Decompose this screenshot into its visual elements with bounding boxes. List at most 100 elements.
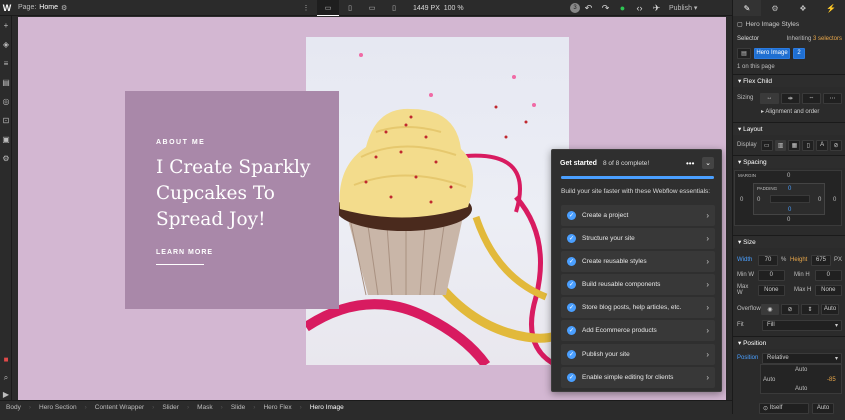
publish-button[interactable]: Publish ▾ (669, 4, 697, 12)
breadcrumb-item[interactable]: Slide (231, 404, 245, 411)
display-flex-icon[interactable]: ▥ (774, 139, 787, 151)
webflow-logo-icon[interactable]: W (0, 0, 14, 16)
style-manager-tab-icon[interactable]: ❖ (789, 0, 817, 16)
avatar[interactable]: 3 (570, 3, 580, 13)
cms-icon[interactable]: ◎ (0, 92, 12, 111)
spacing-section[interactable]: ▾ Spacing (733, 155, 845, 168)
flex-child-section[interactable]: ▾ Flex Child (733, 74, 845, 87)
display-inline-block-icon[interactable]: ▯ (802, 139, 815, 151)
hero-image[interactable] (306, 37, 569, 365)
no-shrink-icon[interactable]: ⇔ (801, 92, 821, 104)
display-block-icon[interactable]: ▭ (760, 139, 773, 151)
more-sizing-icon[interactable]: ⋯ (822, 92, 843, 104)
offset-bottom[interactable]: Auto (795, 386, 807, 392)
spacing-box[interactable]: MARGIN 0 0 0 0 PADDING 0 0 0 0 (734, 170, 842, 226)
fit-select[interactable]: Fill ▾ (762, 319, 842, 331)
about-card[interactable]: ABOUT ME I Create Sparkly Cupcakes To Sp… (125, 91, 339, 309)
float-select[interactable]: ⊙ Itself (759, 402, 809, 414)
offset-top[interactable]: Auto (795, 367, 807, 373)
breadcrumb-item[interactable]: Mask (197, 404, 213, 411)
height-input[interactable]: 675 (811, 254, 831, 266)
share-icon[interactable]: ✈ (648, 0, 665, 16)
width-input[interactable]: 70 (758, 254, 778, 266)
mobile-portrait-icon[interactable]: ▯ (383, 0, 405, 16)
learn-more-link[interactable]: LEARN MORE (156, 249, 213, 256)
size-section[interactable]: ▾ Size (733, 235, 845, 248)
layout-section[interactable]: ▾ Layout (733, 122, 845, 135)
position-select[interactable]: Relative ▾ (762, 352, 842, 364)
desktop-breakpoint-icon[interactable]: ▭ (317, 0, 339, 16)
code-export-icon[interactable]: ‹› (631, 0, 648, 16)
padding-box[interactable]: PADDING 0 0 0 0 (753, 183, 825, 215)
margin-left[interactable]: 0 (740, 197, 743, 203)
checklist-item[interactable]: ✓ Build reusable components › (561, 274, 715, 296)
pages-icon[interactable]: ▤ (0, 73, 12, 92)
min-width-input[interactable]: 0 (757, 269, 785, 281)
navigator-icon[interactable]: ≡ (0, 54, 12, 73)
checklist-item[interactable]: ✓ Create a project › (561, 205, 715, 226)
margin-bottom[interactable]: 0 (787, 217, 790, 223)
display-none-icon[interactable]: ⊘ (830, 139, 842, 151)
margin-top[interactable]: 0 (787, 173, 790, 179)
checklist-item[interactable]: ✓ Enable simple editing for clients › (561, 366, 715, 388)
undo-icon[interactable]: ↶ (580, 0, 597, 16)
redo-icon[interactable]: ↷ (597, 0, 614, 16)
class-tag[interactable]: Hero Image (754, 47, 790, 59)
breadcrumb-item[interactable]: Hero Image (310, 404, 344, 411)
overflow-hidden-icon[interactable]: ⊘ (781, 303, 799, 315)
overflow-visible-icon[interactable]: ◉ (761, 303, 779, 315)
selectors-count[interactable]: 3 selectors (813, 36, 842, 42)
record-icon[interactable]: ■ (0, 350, 12, 369)
page-settings-icon[interactable]: ⚙ (61, 4, 67, 12)
offset-left[interactable]: Auto (763, 377, 775, 383)
page-selector[interactable]: Page: Home ⚙ (18, 4, 67, 12)
interactions-tab-icon[interactable]: ⚡ (817, 0, 845, 16)
checklist-item[interactable]: ✓ Store blog posts, help articles, etc. › (561, 297, 715, 319)
shrink-icon[interactable]: ↔ (759, 92, 779, 104)
assets-icon[interactable]: ▣ (0, 130, 12, 149)
tablet-breakpoint-icon[interactable]: ▯ (339, 0, 361, 16)
hero-heading: I Create Sparkly Cupcakes To Spread Joy! (156, 157, 311, 230)
more-options-icon[interactable]: ••• (686, 159, 694, 168)
padding-right[interactable]: 0 (818, 197, 821, 203)
settings-icon[interactable]: ⚙ (0, 149, 12, 168)
overflow-auto-button[interactable]: Auto (821, 303, 839, 315)
display-grid-icon[interactable]: ▦ (788, 139, 801, 151)
breadcrumb-item[interactable]: Hero Flex (263, 404, 291, 411)
settings-tab-icon[interactable]: ⚙ (761, 0, 789, 16)
collapse-chevron-icon[interactable]: ⌄ (702, 157, 714, 169)
breadcrumb-item[interactable]: Hero Section (39, 404, 77, 411)
progress-bar (561, 176, 714, 179)
selector-field[interactable]: ▤ Hero Image 2 (733, 46, 845, 60)
mobile-landscape-icon[interactable]: ▭ (361, 0, 383, 16)
overflow-scroll-icon[interactable]: ⇕ (801, 303, 819, 315)
ecommerce-icon[interactable]: ⊡ (0, 111, 12, 130)
more-options-icon[interactable]: ⋮ (295, 0, 317, 16)
chevron-right-icon: › (706, 326, 709, 336)
checklist-item[interactable]: ✓ Publish your site › (561, 343, 715, 365)
max-width-input[interactable]: None (757, 284, 785, 296)
alignment-order[interactable]: ▸ Alignment and order (733, 106, 845, 116)
grow-icon[interactable]: ⇹ (780, 92, 800, 104)
clear-select[interactable]: Auto (812, 402, 834, 414)
add-elements-icon[interactable]: + (0, 16, 12, 35)
padding-bottom[interactable]: 0 (788, 207, 791, 213)
max-height-input[interactable]: None (814, 284, 842, 296)
display-inline-icon[interactable]: A (816, 139, 829, 151)
style-tab-icon[interactable]: ✎ (733, 0, 761, 16)
checklist-item[interactable]: ✓ Add Ecommerce products › (561, 320, 715, 342)
checklist-item[interactable]: ✓ Structure your site › (561, 228, 715, 250)
min-height-input[interactable]: 0 (814, 269, 842, 281)
margin-right[interactable]: 0 (833, 197, 836, 203)
offset-right[interactable]: -85 (827, 377, 836, 383)
checklist-item[interactable]: ✓ Create reusable styles › (561, 251, 715, 273)
padding-top[interactable]: 0 (788, 186, 791, 192)
symbols-icon[interactable]: ◈ (0, 35, 12, 54)
breadcrumb-item[interactable]: Body (6, 404, 21, 411)
breadcrumb-item[interactable]: Slider (162, 404, 179, 411)
padding-left[interactable]: 0 (757, 197, 760, 203)
about-kicker: ABOUT ME (156, 139, 206, 146)
breadcrumb-item[interactable]: Content Wrapper (95, 404, 144, 411)
position-offsets[interactable]: Auto Auto -85 Auto (760, 364, 842, 394)
position-section[interactable]: ▾ Position (733, 336, 845, 349)
